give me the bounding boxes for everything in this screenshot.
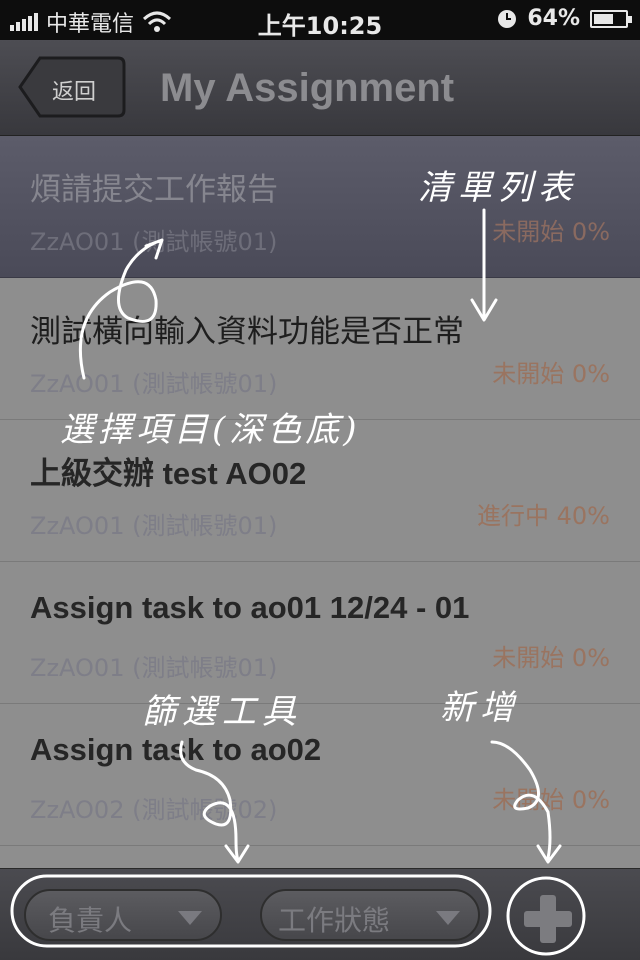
add-button[interactable] xyxy=(520,891,576,947)
list-item-owner: ZzAO01 (測試帳號01) xyxy=(30,228,278,256)
owner-filter-label: 負責人 xyxy=(48,904,133,937)
owner-filter-button[interactable]: 負責人 xyxy=(24,889,222,941)
list-item-title: Assign task to ao01 12/24 - 01 xyxy=(30,590,470,625)
list-item-title: 煩請提交工作報告 xyxy=(30,172,278,208)
battery-fill xyxy=(594,13,613,24)
clock-icon xyxy=(498,9,517,28)
list-item[interactable]: Assign task to ao02 ZzAO02 (測試帳號02) 未開始 … xyxy=(0,704,640,846)
battery-percent: 64% xyxy=(527,6,580,31)
list-item-status: 未開始 0% xyxy=(492,218,610,246)
plus-icon xyxy=(524,895,572,943)
list-item-title: 測試橫向輸入資料功能是否正常 xyxy=(30,314,464,350)
assignment-list: 煩請提交工作報告 ZzAO01 (測試帳號01) 未開始 0% 測試橫向輸入資料… xyxy=(0,136,640,868)
triangle-down-icon xyxy=(436,911,460,925)
annotation-selected-label: 選擇項目(深色底) xyxy=(60,410,361,450)
status-right: 64% xyxy=(497,6,632,31)
navigation-bar: 返回 My Assignment xyxy=(0,40,640,136)
battery-icon xyxy=(590,9,632,28)
list-item-owner: ZzAO01 (測試帳號01) xyxy=(30,370,278,398)
page-title: My Assignment xyxy=(160,66,455,110)
list-item-owner: ZzAO02 (測試帳號02) xyxy=(30,796,278,824)
list-item-status: 未開始 0% xyxy=(492,360,610,388)
list-item-status: 未開始 0% xyxy=(492,644,610,672)
status-filter-label: 工作狀態 xyxy=(278,904,391,937)
annotation-filter-label: 篩選工具 xyxy=(142,692,302,732)
list-item-status: 進行中 40% xyxy=(477,502,610,530)
list-item-title: Assign task to ao02 xyxy=(30,732,322,767)
list-item-status: 未開始 0% xyxy=(492,786,610,814)
back-button-label: 返回 xyxy=(52,80,97,105)
bottom-toolbar: 負責人 工作狀態 xyxy=(0,868,640,960)
triangle-down-icon xyxy=(178,911,202,925)
list-item-owner: ZzAO01 (測試帳號01) xyxy=(30,512,278,540)
list-item-owner: ZzAO01 (測試帳號01) xyxy=(30,654,278,682)
annotation-add-label: 新增 xyxy=(440,688,520,728)
list-item[interactable]: 測試橫向輸入資料功能是否正常 ZzAO01 (測試帳號01) 未開始 0% xyxy=(0,278,640,420)
annotation-list-label: 清單列表 xyxy=(418,168,578,208)
status-filter-button[interactable]: 工作狀態 xyxy=(260,889,480,941)
list-item-title: 上級交辦 test AO02 xyxy=(30,456,307,491)
status-bar: 中華電信 上午10:25 64% xyxy=(0,0,640,40)
list-item[interactable]: Assign task to ao01 12/24 - 01 ZzAO01 (測… xyxy=(0,562,640,704)
back-button[interactable]: 返回 xyxy=(18,56,126,118)
